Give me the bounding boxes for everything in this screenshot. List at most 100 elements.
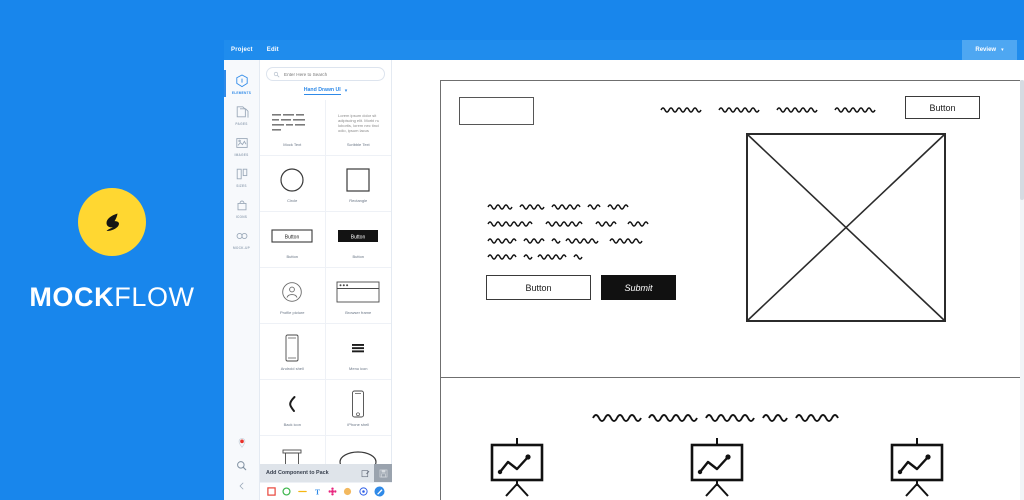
component-rectangle[interactable]: Rectangle <box>325 156 391 212</box>
scribble-nav-3[interactable] <box>776 103 818 115</box>
review-button[interactable]: Review ▾ <box>962 40 1017 60</box>
sidebar-label-icons: Icons <box>235 215 248 219</box>
component-menu-icon[interactable]: Menu icon <box>325 324 391 380</box>
sidebar-label-images: Images <box>234 153 249 157</box>
primary-button[interactable]: Button <box>486 275 591 300</box>
brand-name-bold: MOCK <box>29 281 115 312</box>
sizes-icon <box>236 168 247 180</box>
sidebar-label-pages: Pages <box>235 122 248 126</box>
search-wrap <box>260 60 391 85</box>
component-panel: Hand Drawn UI ▾ Mock Text <box>260 60 392 500</box>
profile-picture-thumb <box>281 277 303 307</box>
fill-tool[interactable] <box>343 487 352 496</box>
chevron-down-icon: ▾ <box>1001 47 1004 53</box>
logo-placeholder[interactable] <box>459 97 534 125</box>
component-scribble-text[interactable]: Lorem ipsum dolor sit adipiscing elit. M… <box>325 100 391 156</box>
component-profile-picture[interactable]: Profile picture <box>260 268 326 324</box>
sidebar-label-mockup: Mock-Up <box>233 246 250 250</box>
component-label: Rectangle <box>349 197 368 203</box>
shape-tool[interactable] <box>328 487 337 496</box>
component-back-icon[interactable]: Back icon <box>260 380 326 436</box>
component-iphone-shell[interactable]: iPhone shell <box>325 380 391 436</box>
scribble-text-thumb: Lorem ipsum dolor sit adipiscing elit. M… <box>337 109 379 139</box>
svg-text:Button: Button <box>351 234 366 240</box>
color-toolbar: T <box>260 482 392 500</box>
button-filled-thumb: Button <box>337 221 379 251</box>
circle-thumb <box>279 165 305 195</box>
search-input[interactable] <box>284 71 378 77</box>
browser-frame-thumb <box>336 277 380 307</box>
sidebar-label-sizes: Sizes <box>236 184 247 188</box>
target-tool[interactable] <box>359 487 368 496</box>
image-placeholder-x[interactable] <box>746 133 946 322</box>
sidebar-item-mockup[interactable]: Mock-Up <box>224 223 260 254</box>
scribble-body-copy[interactable] <box>486 199 711 261</box>
save-pack-button[interactable] <box>374 464 392 482</box>
pin-marker-icon[interactable] <box>235 436 249 450</box>
line-tool[interactable] <box>297 487 307 496</box>
component-button-filled[interactable]: Button Button <box>325 212 391 268</box>
images-icon <box>235 138 248 148</box>
sidebar-item-pages[interactable]: Pages <box>224 99 260 130</box>
chart-board-icon-3[interactable] <box>886 436 948 498</box>
mockup-icon <box>236 233 247 240</box>
add-component-to-pack-bar: Add Component to Pack <box>260 464 392 482</box>
zoom-search-icon[interactable] <box>235 459 248 472</box>
scribble-nav-1[interactable] <box>660 103 702 115</box>
brand-name-light: FLOW <box>114 281 195 312</box>
edit-pack-icon <box>361 469 369 477</box>
component-label: Android shell <box>280 365 304 371</box>
svg-text:Button: Button <box>285 234 300 240</box>
elements-icon <box>235 74 248 88</box>
component-mock-text[interactable]: Mock Text <box>260 100 326 156</box>
canvas-scrollbar[interactable] <box>1020 80 1024 500</box>
component-circle[interactable]: Circle <box>260 156 326 212</box>
sidebar-item-icons[interactable]: Icons <box>224 192 260 223</box>
component-browser-frame[interactable]: Browser frame <box>325 268 391 324</box>
primary-button-label: Button <box>525 282 552 293</box>
scribble-nav-4[interactable] <box>834 103 876 115</box>
component-label: Scribble Text <box>346 141 370 147</box>
iphone-shell-thumb <box>349 389 367 419</box>
sidebar-item-sizes[interactable]: Sizes <box>224 161 260 192</box>
icons-icon <box>237 200 246 211</box>
component-android-shell[interactable]: Android shell <box>260 324 326 380</box>
back-icon-thumb <box>285 389 299 419</box>
search-box[interactable] <box>266 67 385 81</box>
menu-edit[interactable]: Edit <box>260 40 286 60</box>
canvas-scrollbar-thumb[interactable] <box>1020 80 1024 200</box>
brand-panel: MOCKFLOW <box>0 0 224 500</box>
scribble-section-heading[interactable] <box>591 409 856 425</box>
submit-button[interactable]: Submit <box>601 275 676 300</box>
sidebar-item-elements[interactable]: Elements <box>224 68 260 99</box>
wireframe-section-divider <box>441 377 1024 378</box>
add-component-to-pack-label[interactable]: Add Component to Pack <box>260 470 356 476</box>
menu-project[interactable]: Project <box>224 40 260 60</box>
chevron-down-icon: ▾ <box>344 88 348 94</box>
mock-text-thumb <box>271 109 313 139</box>
nav-button[interactable]: Button <box>905 96 980 119</box>
pen-tool[interactable] <box>374 486 385 497</box>
design-canvas[interactable]: Button Button Submit <box>392 60 1024 500</box>
component-label: Profile picture <box>280 309 305 315</box>
wireframe: Button Button Submit <box>440 80 1024 500</box>
android-shell-thumb <box>283 333 301 363</box>
circle-tool[interactable] <box>282 487 291 496</box>
review-button-label: Review <box>975 47 997 53</box>
save-pack-icon <box>379 469 387 477</box>
edit-pack-button[interactable] <box>356 464 374 482</box>
text-tool[interactable]: T <box>313 487 322 496</box>
chart-board-icon-2[interactable] <box>686 436 748 498</box>
component-label: Circle <box>287 197 298 203</box>
component-label: Back icon <box>283 421 301 427</box>
scribble-nav-2[interactable] <box>718 103 760 115</box>
square-tool[interactable] <box>267 487 276 496</box>
collapse-chevron-icon[interactable] <box>237 481 247 491</box>
menubar: Project Edit Review ▾ <box>224 40 1024 60</box>
chart-board-icon-1[interactable] <box>486 436 548 498</box>
component-label: Mock Text <box>283 141 302 147</box>
submit-button-label: Submit <box>624 282 653 293</box>
sidebar-item-images[interactable]: Images <box>224 130 260 161</box>
component-button-outline[interactable]: Button Button <box>260 212 326 268</box>
component-pack-select[interactable]: Hand Drawn UI ▾ <box>260 85 391 100</box>
